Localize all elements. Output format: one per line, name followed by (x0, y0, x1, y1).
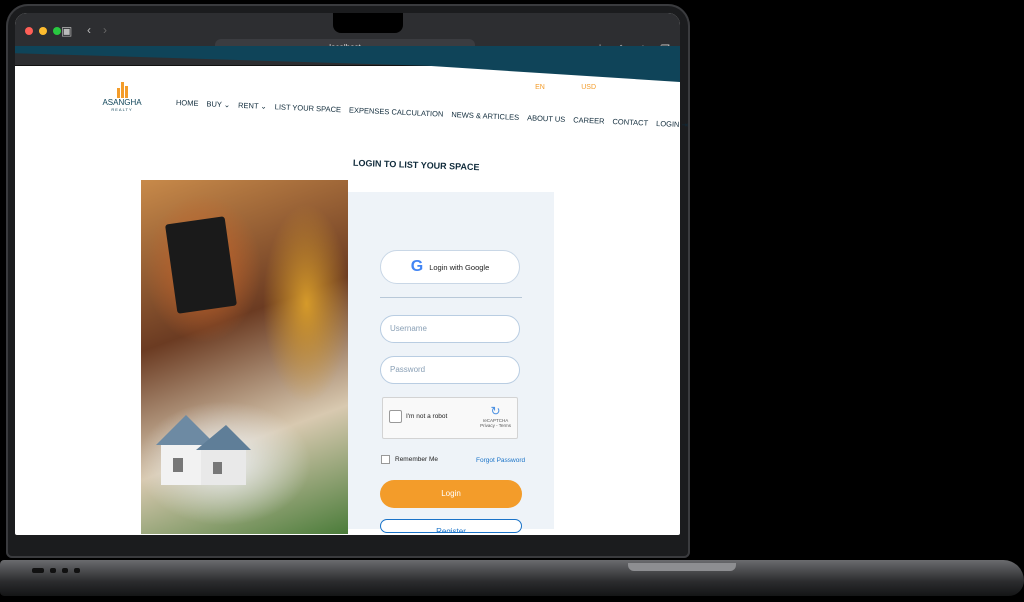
contact-row: info@asangharealty.com +66 2 029 1888 EN… (389, 84, 596, 91)
site-logo[interactable]: ASANGHA REALTY (96, 80, 148, 120)
register-button[interactable]: Register (380, 519, 522, 533)
forgot-password-link[interactable]: Forgot Password (476, 457, 525, 464)
email-link[interactable]: info@asangharealty.com (389, 84, 466, 91)
laptop-base-notch (628, 563, 736, 571)
window-controls (25, 27, 61, 35)
recaptcha-label: I'm not a robot (406, 413, 448, 420)
chevron-down-icon: ⌄ (223, 100, 231, 110)
camera-notch (333, 13, 403, 33)
port (50, 568, 56, 573)
google-login-label: Login with Google (429, 262, 490, 272)
currency-selector[interactable]: USD (574, 84, 596, 91)
forward-icon[interactable]: › (103, 23, 107, 37)
laptop-ports (32, 568, 80, 573)
nav-login[interactable]: LOGIN ⇥ (656, 119, 688, 129)
nav-rent[interactable]: RENT ⌄ (238, 101, 267, 111)
google-login-button[interactable]: G Login with Google (380, 250, 520, 284)
close-button[interactable] (25, 27, 33, 35)
nav-login-label: LOGIN (655, 118, 680, 129)
port (32, 568, 44, 573)
port (62, 568, 68, 573)
recaptcha-widget: I'm not a robot ↻ reCAPTCHA Privacy - Te… (382, 397, 518, 439)
remember-me[interactable]: Remember Me (381, 455, 438, 464)
port (74, 568, 80, 573)
lang-th[interactable]: TH (555, 84, 564, 91)
maximize-button[interactable] (53, 27, 61, 35)
logo-text: ASANGHA (102, 98, 142, 107)
phone-link[interactable]: +66 2 029 1888 (476, 84, 525, 91)
chevron-down-icon: ⌄ (260, 101, 267, 111)
sidebar-icon[interactable]: ▣ (61, 24, 72, 38)
nav-buy-label: BUY (206, 99, 222, 109)
username-field[interactable]: Username (380, 315, 520, 343)
recaptcha-checkbox[interactable] (389, 410, 402, 423)
nav-career[interactable]: CAREER (573, 115, 605, 125)
logo-mark (96, 80, 148, 98)
recaptcha-links[interactable]: Privacy - Terms (480, 423, 511, 428)
lang-en[interactable]: EN (535, 84, 545, 91)
form-divider (380, 297, 522, 298)
password-field[interactable]: Password (380, 356, 520, 384)
recaptcha-logo: ↻ reCAPTCHA Privacy - Terms (480, 404, 511, 428)
logo-subtext: REALTY (111, 107, 133, 112)
google-icon: G (410, 258, 424, 275)
nav-buy[interactable]: BUY ⌄ (206, 99, 230, 109)
clipboard-image (165, 216, 237, 314)
login-button[interactable]: Login (380, 480, 522, 508)
nav-rent-label: RENT (237, 100, 259, 111)
remember-label: Remember Me (395, 456, 438, 463)
recaptcha-icon: ↻ (490, 404, 501, 418)
remember-checkbox[interactable] (381, 455, 390, 464)
house-model-image (156, 415, 251, 485)
nav-contact[interactable]: CONTACT (612, 117, 648, 128)
laptop-base (0, 560, 1024, 596)
minimize-button[interactable] (39, 27, 47, 35)
nav-home[interactable]: HOME (176, 98, 199, 108)
back-icon[interactable]: ‹ (87, 23, 91, 37)
laptop-frame: ▣ ‹ › localhost ⤓ ⇧ + ❐ info@asanghareal… (0, 0, 1024, 602)
hero-photo (141, 180, 348, 534)
login-icon: ⇥ (681, 120, 689, 130)
nav-about-us[interactable]: ABOUT US (527, 113, 566, 124)
